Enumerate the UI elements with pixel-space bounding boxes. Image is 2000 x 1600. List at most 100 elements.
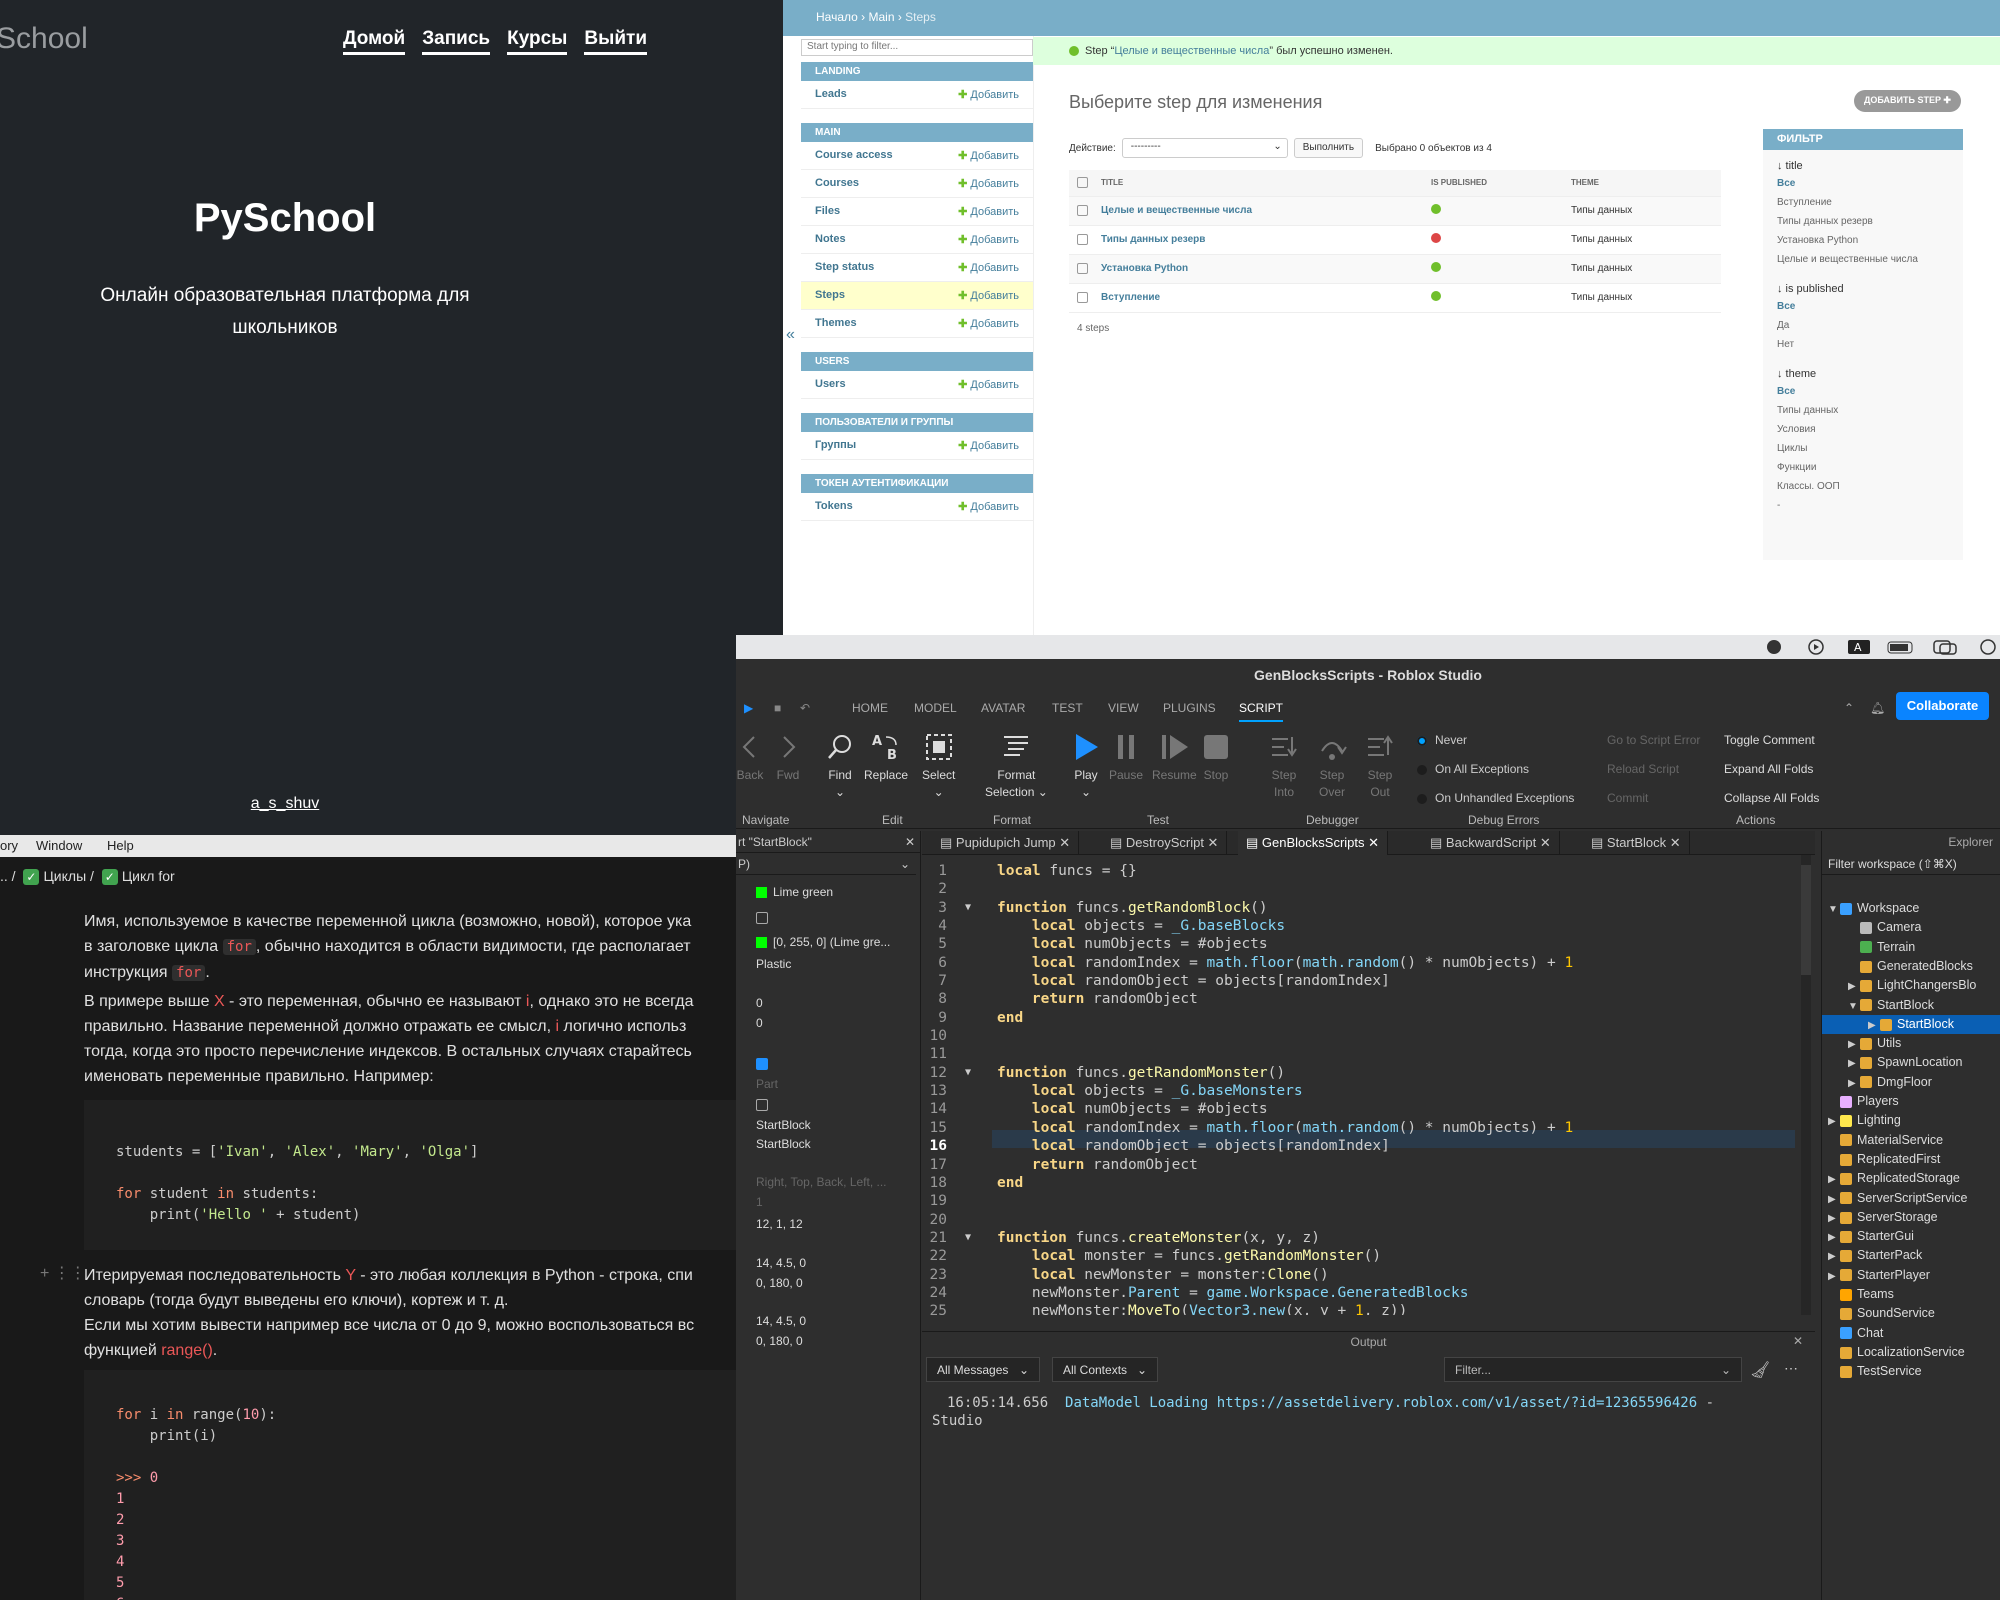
col-published[interactable]: IS PUBLISHED [1431,170,1571,197]
explorer-item[interactable]: ▶ ReplicatedStorage [1822,1169,2000,1188]
fold-arrow-icon[interactable]: ▼ [965,899,971,917]
explorer-item[interactable]: ▶ ServerScriptService [1822,1189,2000,1208]
property-value[interactable]: 0, 180, 0 [756,1334,803,1348]
step-title-link[interactable]: Вступление [1101,292,1160,303]
row-checkbox[interactable] [1077,291,1088,303]
module-header[interactable]: ПОЛЬЗОВАТЕЛИ И ГРУППЫ [801,413,1033,432]
filter-option[interactable]: - [1777,500,1949,519]
row-checkbox[interactable] [1077,233,1088,245]
property-value[interactable]: StartBlock [756,1137,811,1151]
expanded-arrow-icon[interactable]: ▼ [1828,900,1840,919]
find-dropdown-icon[interactable]: ⌄ [835,785,845,799]
code-block-1[interactable]: students = ['Ivan', 'Alex', 'Mary', 'Olg… [84,1100,736,1250]
select-all-checkbox[interactable] [1077,177,1088,189]
property-value[interactable]: Part [756,1077,778,1091]
explorer-filter[interactable]: Filter workspace (⇧⌘X) [1822,853,2000,875]
go-to-script-error-button[interactable]: Go to Script Error [1607,733,1700,747]
col-title[interactable]: TITLE [1101,170,1431,197]
fold-arrow-icon[interactable]: ▼ [965,1064,971,1082]
step-out-button[interactable]: Step Out [1364,731,1396,801]
col-theme[interactable]: THEME [1571,170,1721,197]
filter-option[interactable]: Циклы [1777,443,1949,462]
explorer-item[interactable]: ▶ StarterPlayer [1822,1266,2000,1285]
undo-icon[interactable]: ↶ [800,701,810,715]
clear-output-icon[interactable]: 🧹︎ [1750,1360,1770,1380]
collaborate-button[interactable]: Collaborate [1896,692,1989,720]
resume-button[interactable]: Resume [1152,731,1197,784]
commit-button[interactable]: Commit [1607,791,1648,805]
all-messages-dropdown[interactable]: All Messages ⌄ [926,1357,1040,1382]
model-link[interactable]: Users [815,378,846,391]
model-link[interactable]: Files [815,205,840,218]
filter-option[interactable]: Все [1777,301,1949,320]
breadcrumb-ellipsis[interactable]: .. [0,868,8,884]
explorer-item[interactable]: TestService [1822,1362,2000,1381]
filter-option[interactable]: Функции [1777,462,1949,481]
collapse-sidebar-icon[interactable]: « [786,326,795,344]
expand-folds-button[interactable]: Expand All Folds [1724,762,1813,776]
output-close-icon[interactable]: ✕ [1793,1334,1803,1348]
filter-option[interactable]: Установка Python [1777,235,1949,254]
brand-logo[interactable]: School [0,22,88,56]
message-link[interactable]: Целые и вещественные числа [1114,45,1269,57]
collapsed-arrow-icon[interactable]: ▶ [1828,1170,1840,1189]
tab-model[interactable]: MODEL [914,701,957,715]
nav-courses[interactable]: Курсы [507,28,568,55]
all-contexts-dropdown[interactable]: All Contexts ⌄ [1052,1357,1158,1382]
add-model-link[interactable]: ✚ Добавить [958,289,1019,302]
filter-option[interactable]: Условия [1777,424,1949,443]
explorer-item[interactable]: ▶ SpawnLocation [1822,1053,2000,1072]
collapsed-arrow-icon[interactable]: ▶ [1848,1054,1860,1073]
expanded-arrow-icon[interactable]: ▼ [1848,997,1860,1016]
add-model-link[interactable]: ✚ Добавить [958,88,1019,101]
menu-history[interactable]: ory [0,838,18,853]
model-link[interactable]: Themes [815,317,857,330]
forward-button[interactable]: Fwd [772,731,804,784]
add-model-link[interactable]: ✚ Добавить [958,500,1019,513]
property-value[interactable]: 14, 4.5, 0 [756,1256,806,1270]
tab-avatar[interactable]: AVATAR [981,701,1025,715]
collapsed-arrow-icon[interactable]: ▶ [1848,1035,1860,1054]
row-checkbox[interactable] [1077,262,1088,274]
add-model-link[interactable]: ✚ Добавить [958,378,1019,391]
explorer-item[interactable]: ▼ Workspace [1822,899,2000,918]
code-editor[interactable]: 1 local funcs = {} 2 3 ▼ function funcs.getRa… [922,855,1815,1315]
explorer-item[interactable]: MaterialService [1822,1131,2000,1150]
explorer-item[interactable]: Players [1822,1092,2000,1111]
explorer-item[interactable]: ▶ DmgFloor [1822,1073,2000,1092]
bell-icon[interactable]: 🔔︎ [1870,701,1885,715]
model-link[interactable]: Steps [815,289,845,302]
explorer-item[interactable]: ▼ StartBlock [1822,996,2000,1015]
module-header[interactable]: ТОКЕН АУТЕНТИФИКАЦИИ [801,474,1033,493]
play-mini-icon[interactable]: ▶ [744,701,753,715]
breadcrumb-cycles[interactable]: Циклы [43,868,86,884]
explorer-item[interactable]: ▶ Lighting [1822,1111,2000,1130]
filter-option[interactable]: Типы данных [1777,405,1949,424]
editor-scrollbar[interactable] [1801,855,1811,1315]
filter-option[interactable]: Целые и вещественные числа [1777,254,1949,273]
property-value[interactable]: 14, 4.5, 0 [756,1314,806,1328]
step-over-button[interactable]: Step Over [1316,731,1348,801]
explorer-item[interactable]: ▶ ServerStorage [1822,1208,2000,1227]
step-title-link[interactable]: Целые и вещественные числа [1101,205,1252,216]
code-block-2[interactable]: for i in range(10): print(i) >>> 0 1 2 3… [84,1370,736,1600]
step-into-button[interactable]: Step Into [1268,731,1300,801]
filter-option[interactable]: Вступление [1777,197,1949,216]
tab-test[interactable]: TEST [1052,701,1083,715]
play-button[interactable]: Play ⌄ [1070,731,1102,801]
editor-tab[interactable]: ▤ StartBlock ✕ [1583,831,1690,855]
debug-all-exceptions-radio[interactable]: On All Exceptions [1417,762,1529,776]
property-value[interactable]: 12, 1, 12 [756,1217,803,1231]
tab-script[interactable]: SCRIPT [1239,701,1284,722]
editor-tab[interactable]: ▤ GenBlocksScripts ✕ [1238,831,1389,855]
filter-option[interactable]: Типы данных резерв [1777,216,1949,235]
property-value[interactable]: 1 [756,1195,763,1209]
explorer-item[interactable]: SoundService [1822,1304,2000,1323]
filter-option[interactable]: Да [1777,320,1949,339]
collapsed-arrow-icon[interactable]: ▶ [1828,1247,1840,1266]
nav-logout[interactable]: Выйти [584,28,648,55]
property-checkbox[interactable] [756,1098,768,1111]
properties-filter[interactable]: P) ⌄ [736,857,916,875]
format-selection-button[interactable]: Format Selection ⌄ [985,731,1048,801]
property-value[interactable]: 0 [756,996,763,1010]
